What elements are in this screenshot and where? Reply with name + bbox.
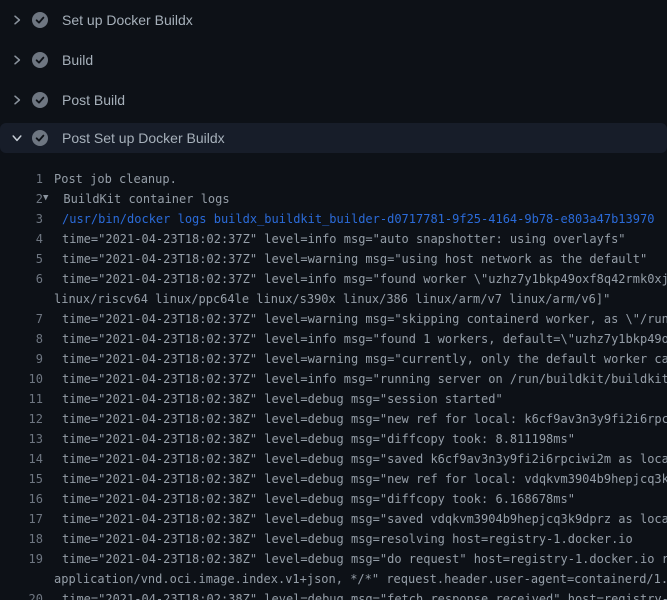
log-line-text: time="2021-04-23T18:02:37Z" level=warnin… xyxy=(54,249,647,269)
log-line-text: time="2021-04-23T18:02:37Z" level=info m… xyxy=(54,229,626,249)
step-title: Set up Docker Buildx xyxy=(62,12,193,28)
log-row: 15 time="2021-04-23T18:02:38Z" level=deb… xyxy=(0,469,667,489)
log-line-number[interactable]: 1 xyxy=(0,169,43,189)
log-line-number[interactable]: 2 xyxy=(0,189,43,209)
log-line-number[interactable]: 10 xyxy=(0,369,43,389)
log-row: 11 time="2021-04-23T18:02:38Z" level=deb… xyxy=(0,389,667,409)
log-line-number[interactable]: 9 xyxy=(0,349,43,369)
log-line-number[interactable]: 13 xyxy=(0,429,43,449)
log-line-number[interactable]: 12 xyxy=(0,409,43,429)
check-circle-icon xyxy=(32,92,48,108)
chevron-right-icon xyxy=(12,95,22,105)
step-row-expanded[interactable]: Post Set up Docker Buildx xyxy=(0,123,667,153)
check-circle-icon xyxy=(32,12,48,28)
log-row: 13 time="2021-04-23T18:02:38Z" level=deb… xyxy=(0,429,667,449)
log-line-number[interactable]: 16 xyxy=(0,489,43,509)
log-line-text: application/vnd.oci.image.index.v1+json,… xyxy=(54,569,667,589)
step-title: Post Build xyxy=(62,92,125,108)
log-line-text: Post job cleanup. xyxy=(54,169,177,189)
triangle-down-icon: ▼ xyxy=(43,189,48,208)
step-title: Build xyxy=(62,52,93,68)
log-row: 17 time="2021-04-23T18:02:38Z" level=deb… xyxy=(0,509,667,529)
log-line-text: time="2021-04-23T18:02:38Z" level=debug … xyxy=(54,529,633,549)
log-row: 19 time="2021-04-23T18:02:38Z" level=deb… xyxy=(0,549,667,569)
log-line-text: time="2021-04-23T18:02:37Z" level=info m… xyxy=(54,269,667,289)
log-line-text: time="2021-04-23T18:02:38Z" level=debug … xyxy=(54,469,667,489)
chevron-down-icon xyxy=(12,133,22,143)
step-row-collapsed[interactable]: Build xyxy=(0,40,667,80)
log-viewer: 1 Post job cleanup. 2 ▼ BuildKit containe… xyxy=(0,160,667,600)
log-line-text: time="2021-04-23T18:02:37Z" level=info m… xyxy=(54,329,667,349)
log-line-text: linux/riscv64 linux/ppc64le linux/s390x … xyxy=(54,289,610,309)
log-row: 3 /usr/bin/docker logs buildx_buildkit_b… xyxy=(0,209,667,229)
step-title: Post Set up Docker Buildx xyxy=(62,130,225,146)
chevron-right-icon xyxy=(12,55,22,65)
log-row: 1 Post job cleanup. xyxy=(0,169,667,189)
log-row: 14 time="2021-04-23T18:02:38Z" level=deb… xyxy=(0,449,667,469)
log-line-text: time="2021-04-23T18:02:38Z" level=debug … xyxy=(54,389,503,409)
log-line-number[interactable]: 19 xyxy=(0,549,43,569)
log-line-number[interactable]: 7 xyxy=(0,309,43,329)
log-line-text: time="2021-04-23T18:02:38Z" level=debug … xyxy=(54,589,667,600)
log-line-number[interactable]: 17 xyxy=(0,509,43,529)
log-row: 18 time="2021-04-23T18:02:38Z" level=deb… xyxy=(0,529,667,549)
log-line-number[interactable]: 5 xyxy=(0,249,43,269)
log-line-text: time="2021-04-23T18:02:37Z" level=info m… xyxy=(54,369,667,389)
log-line-text: time="2021-04-23T18:02:38Z" level=debug … xyxy=(54,549,667,569)
log-line-number xyxy=(0,289,43,309)
log-line-number[interactable]: 11 xyxy=(0,389,43,409)
log-line-text: /usr/bin/docker logs buildx_buildkit_bui… xyxy=(54,209,654,229)
log-row: 10 time="2021-04-23T18:02:37Z" level=inf… xyxy=(0,369,667,389)
log-row: linux/riscv64 linux/ppc64le linux/s390x … xyxy=(0,289,667,309)
log-line-number[interactable]: 14 xyxy=(0,449,43,469)
log-line-number[interactable]: 6 xyxy=(0,269,43,289)
log-line-text: time="2021-04-23T18:02:38Z" level=debug … xyxy=(54,489,575,509)
log-line-text: time="2021-04-23T18:02:37Z" level=warnin… xyxy=(54,309,667,329)
log-row: 16 time="2021-04-23T18:02:38Z" level=deb… xyxy=(0,489,667,509)
log-line-number xyxy=(0,569,43,589)
log-line-number[interactable]: 18 xyxy=(0,529,43,549)
log-row: 20 time="2021-04-23T18:02:38Z" level=deb… xyxy=(0,589,667,600)
log-line-number[interactable]: 8 xyxy=(0,329,43,349)
log-group-header[interactable]: 2 ▼ BuildKit container logs xyxy=(0,189,667,209)
log-line-number[interactable]: 20 xyxy=(0,589,43,600)
log-row: 6 time="2021-04-23T18:02:37Z" level=info… xyxy=(0,269,667,289)
check-circle-icon xyxy=(32,52,48,68)
step-row-collapsed[interactable]: Set up Docker Buildx xyxy=(0,0,667,40)
log-row: 8 time="2021-04-23T18:02:37Z" level=info… xyxy=(0,329,667,349)
steps-list: Set up Docker Buildx Build Post Build xyxy=(0,0,667,153)
log-line-text: time="2021-04-23T18:02:38Z" level=debug … xyxy=(54,429,575,449)
check-circle-icon xyxy=(32,130,48,146)
log-line-text: time="2021-04-23T18:02:38Z" level=debug … xyxy=(54,449,667,469)
log-line-number[interactable]: 15 xyxy=(0,469,43,489)
log-row: application/vnd.oci.image.index.v1+json,… xyxy=(0,569,667,589)
log-line-number[interactable]: 4 xyxy=(0,229,43,249)
log-line-number[interactable]: 3 xyxy=(0,209,43,229)
log-line-text: time="2021-04-23T18:02:37Z" level=warnin… xyxy=(54,349,667,369)
log-row: 7 time="2021-04-23T18:02:37Z" level=warn… xyxy=(0,309,667,329)
log-row: 12 time="2021-04-23T18:02:38Z" level=deb… xyxy=(0,409,667,429)
step-row-collapsed[interactable]: Post Build xyxy=(0,80,667,120)
log-row: 4 time="2021-04-23T18:02:37Z" level=info… xyxy=(0,229,667,249)
log-line-text: time="2021-04-23T18:02:38Z" level=debug … xyxy=(54,509,667,529)
log-row: 9 time="2021-04-23T18:02:37Z" level=warn… xyxy=(0,349,667,369)
log-row: 5 time="2021-04-23T18:02:37Z" level=warn… xyxy=(0,249,667,269)
log-line-text: time="2021-04-23T18:02:38Z" level=debug … xyxy=(54,409,667,429)
chevron-right-icon xyxy=(12,15,22,25)
log-line-text: BuildKit container logs xyxy=(63,189,229,209)
